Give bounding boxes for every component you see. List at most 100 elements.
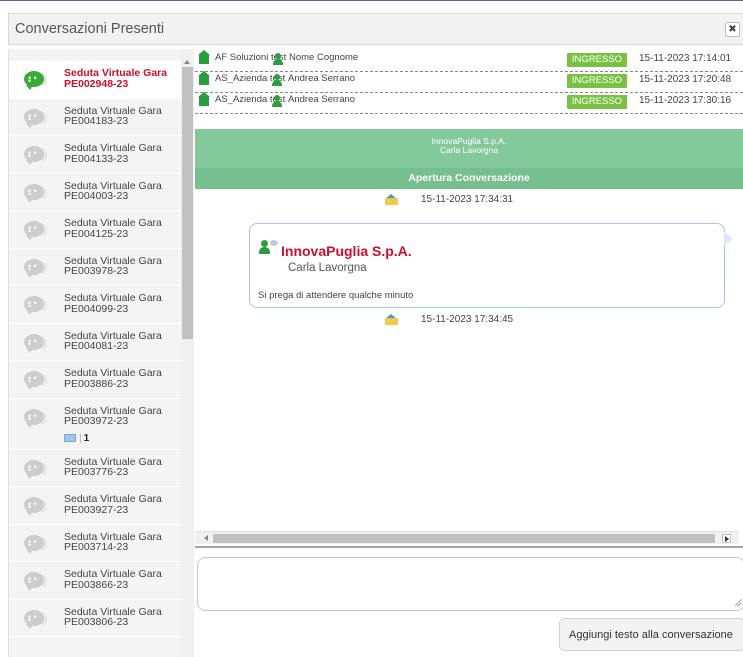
chat-bubble-icon: • • • — [24, 258, 44, 278]
conversation-code: PE003776-23 — [64, 466, 129, 478]
chat-bubble-icon: • • • — [24, 108, 44, 128]
chat-bubble-icon: • • • — [24, 609, 44, 629]
person-icon — [272, 74, 282, 86]
participant-time: 15-11-2023 17:20:48 — [639, 74, 732, 85]
status-badge: INGRESSO — [567, 53, 627, 67]
scroll-left-arrow-icon[interactable] — [204, 535, 208, 541]
conversation-item[interactable]: • • • Seduta Virtuale Gara PE004099-23 — [9, 286, 181, 324]
conversation-code: PE004003-23 — [64, 190, 129, 202]
company-icon — [198, 71, 210, 85]
conversation-item[interactable]: • • • Seduta Virtuale Gara PE004133-23 — [9, 136, 181, 174]
conversation-open-banner: InnovaPuglia S.p.A. Carla Lavorgna Apert… — [195, 129, 743, 189]
conversation-item[interactable]: • • • Seduta Virtuale Gara PE003886-23 — [9, 361, 181, 399]
conversation-label: Seduta Virtuale Gara PE004133-23 — [64, 143, 162, 164]
add-text-button[interactable]: Aggiungi testo alla conversazione — [559, 618, 743, 651]
conversation-code: PE003927-23 — [64, 503, 129, 516]
conversation-code: PE002948-23 — [64, 77, 129, 90]
conversation-label: Seduta Virtuale Gara PE004099-23 — [64, 293, 162, 314]
scroll-right-arrow-icon[interactable] — [722, 534, 731, 543]
conversation-label: Seduta Virtuale Gara PE003776-23 — [64, 456, 162, 478]
unread-badge: | 1 — [64, 433, 89, 444]
conversation-title: Seduta Virtuale Gara — [64, 568, 162, 580]
conversation-item[interactable]: • • • Seduta Virtuale Gara PE003866-23 — [9, 562, 181, 600]
conversation-code: PE003978-23 — [64, 265, 129, 277]
conversation-title: Seduta Virtuale Gara — [64, 217, 162, 229]
divider — [195, 546, 743, 548]
conversation-code: PE004099-23 — [64, 302, 129, 315]
company-icon — [198, 50, 210, 64]
scrollbar-thumb[interactable] — [182, 67, 193, 339]
chat-bubble-icon: • • • — [24, 146, 44, 165]
close-button[interactable]: ✖ — [725, 22, 740, 37]
message-card: InnovaPuglia S.p.A. Carla Lavorgna Si pr… — [249, 223, 733, 308]
conversation-label: Seduta Virtuale Gara PE004125-23 — [64, 218, 162, 239]
conversation-title: Seduta Virtuale Gara — [64, 67, 168, 79]
conversation-code: PE003866-23 — [64, 578, 129, 591]
participant-time: 15-11-2023 17:30:16 — [639, 95, 732, 106]
participant-row: AS_Azienda test Andrea Serrano INGRESSO 15-… — [195, 92, 743, 114]
conversation-label: Seduta Virtuale Gara PE004183-23 — [64, 105, 162, 127]
chat-bubble-icon: • • • — [24, 572, 44, 591]
conversation-item[interactable]: • • • Seduta Virtuale Gara PE002948-23 — [9, 61, 181, 99]
chat-horizontal-scrollbar[interactable] — [195, 531, 739, 544]
conversation-item[interactable]: • • • Seduta Virtuale Gara PE004081-23 — [9, 324, 181, 361]
resize-grip-icon[interactable] — [733, 598, 742, 607]
conversation-code: PE004183-23 — [64, 115, 129, 127]
conversation-label: Seduta Virtuale Gara PE003972-23 — [64, 405, 162, 427]
conversation-title: Seduta Virtuale Gara — [64, 142, 162, 154]
conversation-code: PE003972-23 — [64, 415, 129, 427]
user-chat-icon — [259, 240, 279, 255]
message-timestamp: 15-11-2023 17:34:45 — [421, 314, 514, 325]
banner-title: Apertura Conversazione — [195, 168, 743, 189]
conversation-item[interactable]: • • • Seduta Virtuale Gara PE003776-23 — [9, 450, 181, 487]
conversation-item[interactable]: • • • Seduta Virtuale Gara PE003972-23 | 1 — [9, 399, 181, 450]
conversation-item[interactable]: • • • Seduta Virtuale Gara PE003927-23 — [9, 487, 181, 525]
message-sender-person: Carla Lavorgna — [288, 262, 367, 274]
conversation-label: Seduta Virtuale Gara PE004081-23 — [64, 330, 162, 352]
conversation-code: PE004133-23 — [64, 152, 129, 165]
envelope-icon — [385, 194, 398, 205]
conversation-label: Seduta Virtuale Gara PE003714-23 — [64, 531, 162, 553]
chat-bubble-icon: • • • — [24, 534, 44, 554]
conversation-code: PE004081-23 — [64, 340, 129, 352]
mail-icon — [64, 433, 76, 442]
message-sender-org: InnovaPuglia S.p.A. — [281, 243, 412, 259]
chat-bubble-icon: • • • — [24, 221, 44, 240]
conversation-label: Seduta Virtuale Gara PE003866-23 — [64, 569, 162, 590]
participant-name: Andrea Serrano — [288, 94, 356, 105]
conversation-item[interactable]: • • • Seduta Virtuale Gara PE003978-23 — [9, 249, 181, 286]
conversation-title: Seduta Virtuale Gara — [64, 493, 162, 505]
status-badge: INGRESSO — [567, 74, 627, 88]
conversation-label: Seduta Virtuale Gara PE003978-23 — [64, 255, 162, 277]
chat-bubble-icon: • • • — [24, 296, 44, 315]
conversation-list-scrollbar[interactable] — [181, 49, 194, 657]
envelope-icon — [385, 314, 398, 325]
conversation-code: PE003806-23 — [64, 616, 129, 628]
conversation-code: PE004125-23 — [64, 227, 129, 240]
conversation-item[interactable]: • • • Seduta Virtuale Gara PE004183-23 — [9, 99, 181, 136]
participant-name: Nome Cognome — [289, 52, 359, 63]
conversation-label: Seduta Virtuale Gara PE003927-23 — [64, 494, 162, 515]
conversation-label: Seduta Virtuale Gara PE003886-23 — [64, 368, 162, 389]
conversation-item[interactable]: • • • Seduta Virtuale Gara PE004125-23 — [9, 211, 181, 249]
message-input[interactable] — [197, 557, 743, 611]
conversation-code: PE003886-23 — [64, 377, 129, 390]
conversation-label: Seduta Virtuale Gara PE002948-23 — [64, 68, 167, 89]
window-titlebar: Conversazioni Presenti ✖ — [8, 13, 743, 45]
conversation-item[interactable]: • • • Seduta Virtuale Gara PE003714-23 — [9, 525, 181, 562]
conversation-item[interactable]: • • • Seduta Virtuale Gara PE004003-23 — [9, 174, 181, 211]
conversation-label: Seduta Virtuale Gara PE004003-23 — [64, 180, 162, 202]
banner-org: InnovaPuglia S.p.A. Carla Lavorgna — [195, 137, 743, 155]
unread-count: 1 — [83, 432, 90, 444]
banner-org-person: Carla Lavorgna — [439, 145, 499, 155]
participant-row: AF Soluzioni test Nome Cognome INGRESSO 15-… — [195, 50, 743, 72]
conversations-window: Conversazioni Presenti ✖ • • • Seduta Vir… — [0, 0, 743, 657]
chat-bubble-icon: • • • — [24, 408, 44, 428]
participant-time: 15-11-2023 17:14:01 — [639, 53, 732, 64]
message-tail — [724, 232, 733, 246]
horizontal-scrollbar-thumb[interactable] — [213, 534, 715, 543]
scroll-up-arrow-icon[interactable] — [184, 60, 190, 64]
conversation-item[interactable]: • • • Seduta Virtuale Gara PE003806-23 — [9, 600, 181, 637]
status-badge: INGRESSO — [567, 95, 627, 109]
person-icon — [272, 95, 282, 107]
